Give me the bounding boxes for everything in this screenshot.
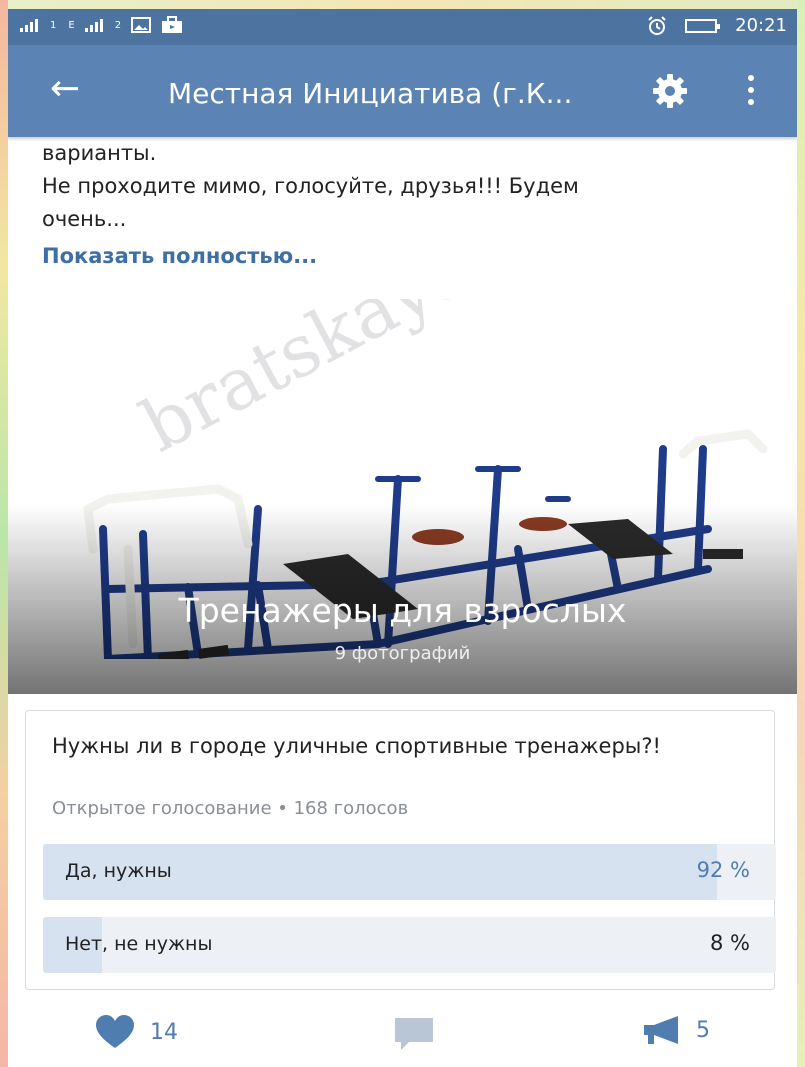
app-bar: ← Местная Инициатива (г.К... bbox=[8, 45, 797, 137]
like-count: 14 bbox=[150, 1019, 178, 1045]
image-icon bbox=[131, 17, 152, 33]
poll-option[interactable]: Да, нужны 92 % bbox=[43, 844, 776, 900]
more-vert-icon[interactable] bbox=[746, 75, 756, 109]
alarm-icon bbox=[648, 15, 666, 35]
post-text-line: очень... bbox=[42, 207, 127, 231]
album-title: Тренажеры для взрослых bbox=[178, 591, 627, 630]
signal-icon bbox=[84, 18, 103, 32]
comment-icon[interactable] bbox=[393, 1016, 435, 1052]
back-arrow-icon[interactable]: ← bbox=[50, 67, 80, 111]
megaphone-icon bbox=[644, 1016, 678, 1044]
poll-option-label: Нет, не нужны bbox=[65, 933, 213, 955]
poll-option-label: Да, нужны bbox=[65, 860, 172, 882]
signal-icon bbox=[20, 18, 38, 32]
post-text: варианты. Не проходите мимо, голосуйте, … bbox=[42, 137, 782, 236]
poll-meta: Открытое голосование • 168 голосов bbox=[52, 798, 409, 819]
frame-right-border bbox=[797, 0, 805, 1067]
page-title: Местная Инициатива (г.К... bbox=[168, 77, 573, 110]
gear-icon[interactable] bbox=[650, 71, 690, 111]
photo-album[interactable]: bratskaya.ru Тренажеры для взрослых 9 фо… bbox=[8, 299, 797, 694]
show-more-link[interactable]: Показать полностью... bbox=[42, 244, 317, 268]
poll-option-percent: 92 % bbox=[696, 858, 750, 882]
poll-card: Нужны ли в городе уличные спортивные тре… bbox=[25, 710, 776, 990]
phone-screen: 1 E 2 20:21 ← Местная Инициатива (г.К...… bbox=[8, 9, 797, 1067]
briefcase-icon bbox=[162, 16, 183, 33]
post-text-line: Не проходите мимо, голосуйте, друзья!!! … bbox=[42, 174, 579, 198]
battery-icon bbox=[685, 18, 721, 33]
repost-button[interactable]: 5 bbox=[642, 1014, 710, 1046]
sim1-label: 1 bbox=[50, 19, 57, 31]
post-text-line: варианты. bbox=[42, 141, 157, 165]
sim2-label: 2 bbox=[114, 19, 122, 31]
album-photo-count: 9 фотографий bbox=[334, 643, 471, 664]
heart-icon bbox=[96, 1015, 134, 1048]
repost-count: 5 bbox=[696, 1017, 710, 1043]
like-button[interactable]: 14 bbox=[94, 1014, 178, 1050]
poll-question: Нужны ли в городе уличные спортивные тре… bbox=[52, 734, 661, 758]
network-type: E bbox=[68, 19, 75, 31]
frame-left-border bbox=[0, 0, 8, 1067]
status-time: 20:21 bbox=[735, 15, 787, 36]
post-actions: 14 5 bbox=[8, 1004, 797, 1064]
poll-option[interactable]: Нет, не нужны 8 % bbox=[43, 917, 776, 973]
status-bar: 1 E 2 20:21 bbox=[8, 9, 797, 45]
poll-option-percent: 8 % bbox=[710, 931, 750, 955]
